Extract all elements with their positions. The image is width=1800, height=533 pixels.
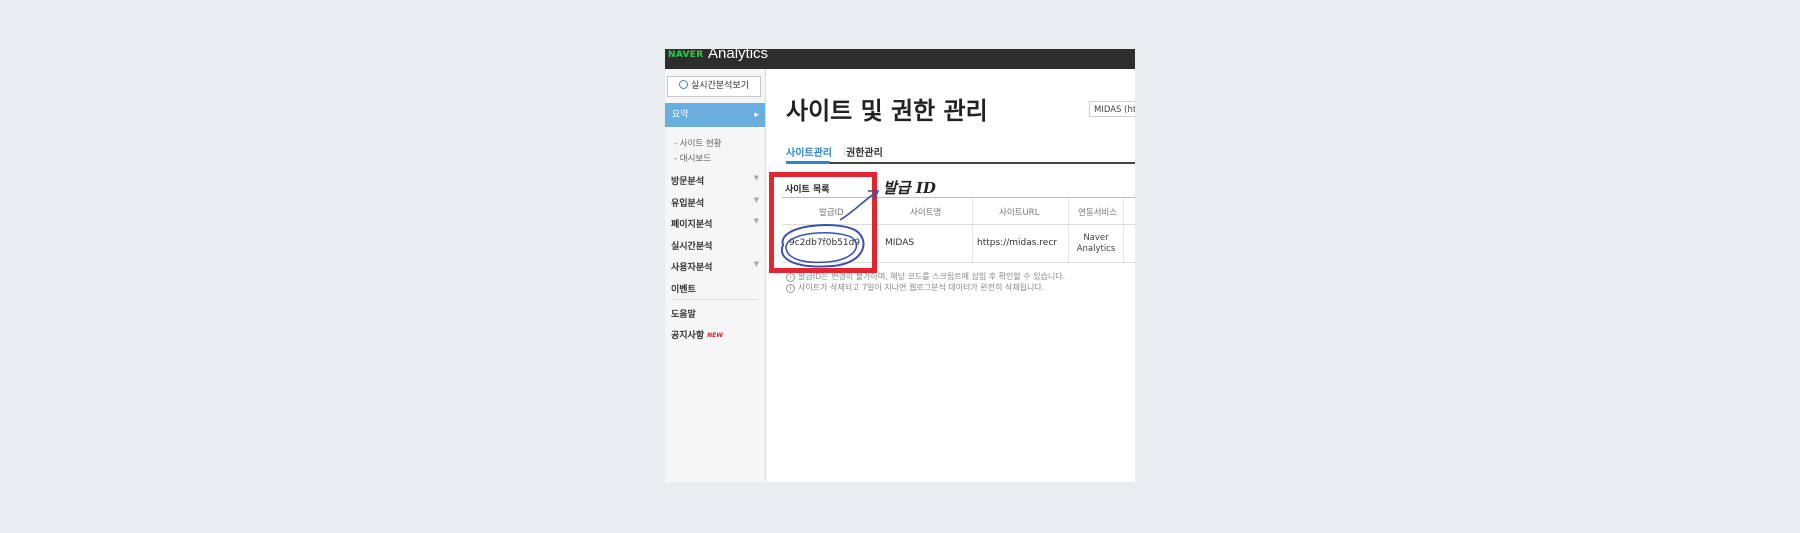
sidebar: 실시간분석보기 요약 ▸ - 사이트 현황 - 대시보드 방문분석 ▼ 유입분석…: [665, 69, 766, 482]
screenshot-frame: NAVER Analytics 실시간분석보기 요약 ▸ - 사이트 현황 - …: [665, 49, 1135, 482]
column-header-site-name: 사이트명: [910, 208, 942, 218]
sidebar-item-summary[interactable]: 요약 ▸: [665, 103, 765, 127]
info-note-text: 발급ID는 변경이 불가하며, 해당 코드를 스크립트에 삽입 후 확인할 수 …: [798, 272, 1066, 281]
tab-site-management[interactable]: 사이트관리: [786, 144, 832, 159]
sidebar-item-label: 공지사항: [671, 331, 705, 341]
sidebar-item-label: 실시간분석: [671, 242, 713, 252]
sidebar-item-help[interactable]: 도움말: [671, 307, 759, 320]
active-tab-indicator: [786, 161, 830, 164]
sidebar-item-label: 도움말: [671, 310, 696, 320]
info-icon: i: [786, 284, 795, 293]
sidebar-item-label: 사용자분석: [671, 263, 713, 273]
sidebar-item-page-analysis[interactable]: 페이지분석 ▼: [671, 217, 759, 230]
top-bar: NAVER Analytics: [665, 49, 1135, 69]
chevron-down-icon: ▼: [753, 196, 759, 204]
sidebar-subitem-site-status[interactable]: - 사이트 현황: [674, 137, 722, 149]
table-cell-site-name[interactable]: MIDAS: [885, 238, 914, 248]
sidebar-item-label: 이벤트: [671, 285, 696, 295]
naver-logo[interactable]: NAVER: [668, 50, 703, 60]
clock-icon: [679, 80, 689, 89]
sidebar-item-label: 방문분석: [671, 177, 705, 187]
new-badge: NEW: [707, 332, 723, 339]
sidebar-item-events[interactable]: 이벤트: [671, 282, 759, 295]
product-name: Analytics: [708, 49, 769, 62]
sidebar-item-user-analysis[interactable]: 사용자분석 ▼: [671, 260, 759, 273]
column-header-linked-service: 연동서비스: [1078, 208, 1118, 218]
chevron-right-icon: ▸: [754, 110, 759, 120]
page-title: 사이트 및 권한 관리: [786, 97, 988, 125]
column-divider: [972, 198, 973, 262]
table-cell-site-url[interactable]: https://midas.recruiter.co.kr: [977, 238, 1057, 248]
column-header-site-url: 사이트URL: [999, 208, 1040, 218]
sidebar-item-realtime-analysis[interactable]: 실시간분석: [671, 239, 759, 252]
sidebar-item-visit-analysis[interactable]: 방문분석 ▼: [671, 174, 759, 187]
red-highlight-box: [769, 172, 877, 273]
chevron-down-icon: ▼: [753, 217, 759, 225]
info-note: i 사이트가 삭제되고 7일이 지나면 웹로그분석 데이터가 완전히 삭제됩니다.: [786, 282, 1044, 293]
chevron-down-icon: ▼: [753, 260, 759, 268]
site-select[interactable]: MIDAS (https://midas.recruiter.co.kr): [1089, 101, 1135, 117]
sidebar-item-label: 유입분석: [671, 199, 705, 209]
tab-permission-management[interactable]: 권한관리: [846, 144, 883, 159]
tab-separator: [844, 145, 845, 156]
info-note-text: 사이트가 삭제되고 7일이 지나면 웹로그분석 데이터가 완전히 삭제됩니다.: [798, 283, 1045, 292]
sidebar-item-inflow-analysis[interactable]: 유입분석 ▼: [671, 196, 759, 209]
sidebar-item-notice[interactable]: 공지사항 NEW: [671, 328, 759, 341]
annotation-label: 발급 ID: [883, 179, 936, 197]
column-divider: [1068, 198, 1069, 262]
tab-underline: [786, 162, 1135, 164]
realtime-analysis-button[interactable]: 실시간분석보기: [667, 76, 761, 97]
column-divider: [1123, 198, 1124, 262]
chevron-down-icon: ▼: [753, 174, 759, 182]
sidebar-divider: [671, 299, 759, 300]
table-cell-linked-service: Naver Analytics: [1076, 233, 1116, 254]
sidebar-item-label: 요약: [672, 110, 689, 120]
realtime-analysis-label: 실시간분석보기: [691, 81, 749, 91]
sidebar-subitem-dashboard[interactable]: - 대시보드: [674, 152, 711, 164]
sidebar-item-label: 페이지분석: [671, 220, 713, 230]
info-icon: i: [786, 273, 795, 282]
